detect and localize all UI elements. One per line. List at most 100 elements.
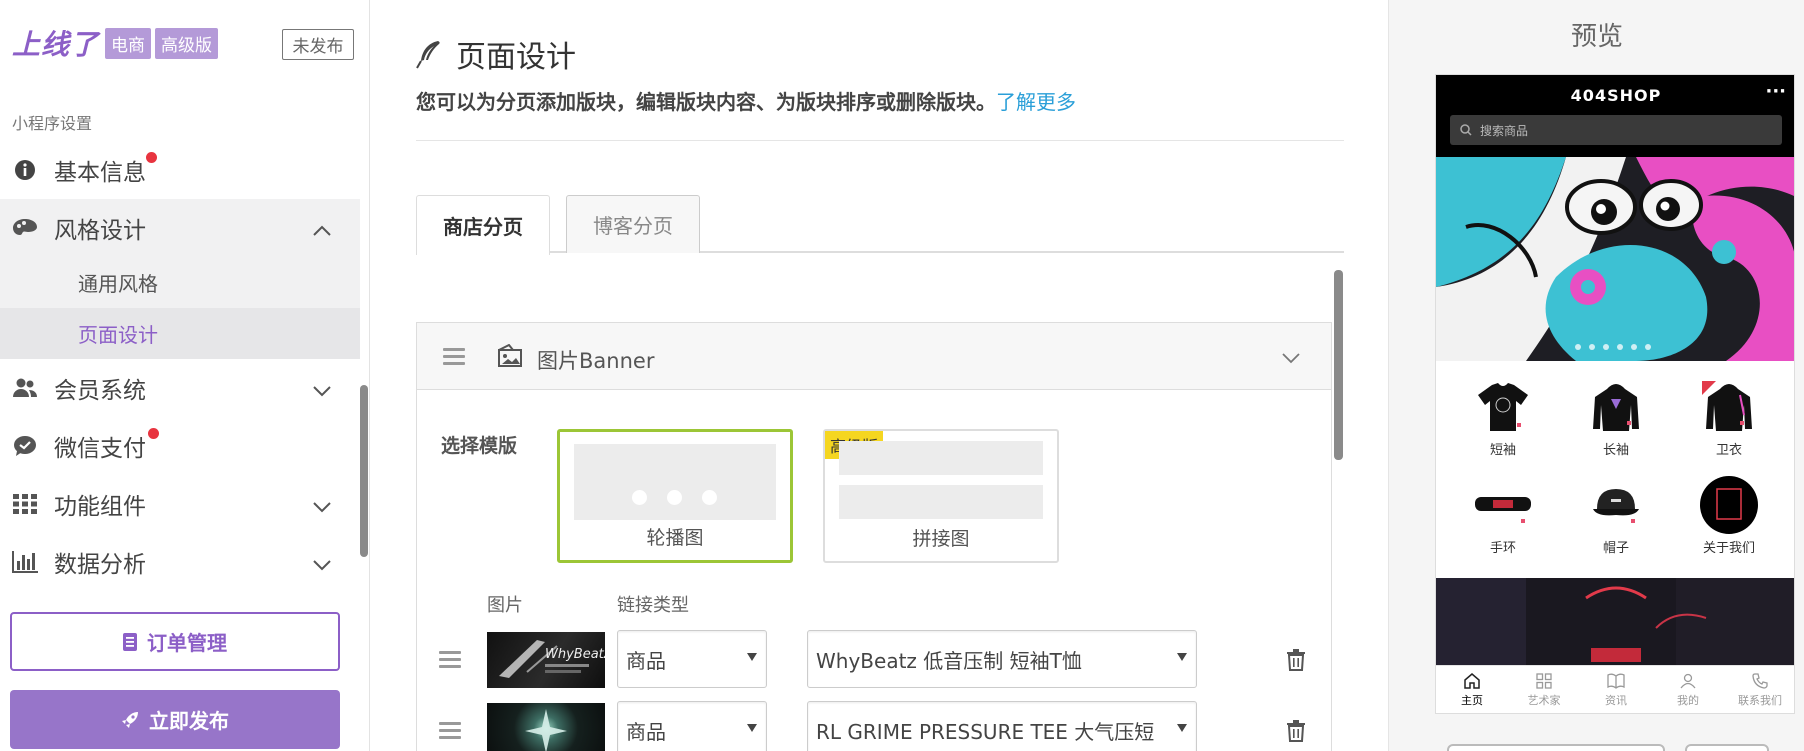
category-wristband[interactable]: 手环 [1448,477,1558,556]
book-icon [1580,670,1652,692]
link-type-select[interactable]: 商品 [617,701,767,751]
table-row: 商品 RL GRIME PRESSURE TEE 大气压短 [417,701,1333,751]
product-select[interactable]: RL GRIME PRESSURE TEE 大气压短 [807,701,1197,751]
notification-dot [148,428,159,439]
link-type-value: 商品 [626,719,666,744]
promo-art [1436,578,1794,668]
tabbar-label: 资讯 [1605,694,1627,707]
home-icon [1436,670,1508,692]
shop-name: 404SHOP [1570,86,1662,105]
collage-preview-bottom [839,485,1043,519]
product-select[interactable]: WhyBeatz 低音压制 短袖T恤 [807,630,1197,688]
hoodie-icon [1586,379,1646,435]
submenu-item-page-design[interactable]: 页面设计 [0,308,360,359]
category-about-us[interactable]: 关于我们 [1674,476,1784,556]
tab-blog-pages[interactable]: 博客分页 [566,195,700,253]
category-hoodie[interactable]: 卫衣 [1674,379,1784,458]
tabbar-item-news[interactable]: 资讯 [1580,670,1652,708]
category-hat[interactable]: 帽子 [1561,477,1671,556]
wechat-pay-icon [12,433,38,459]
page-tabs: 商店分页 博客分页 [416,195,1344,255]
banner-thumbnail[interactable] [487,703,605,751]
info-icon [12,157,38,183]
section-label: 小程序设置 [12,114,93,133]
template-name: 拼接图 [912,528,970,550]
preview-control-left[interactable] [1447,744,1665,751]
template-carousel[interactable]: 轮播图 [557,429,793,563]
template-collage[interactable]: 高级版 拼接图 [823,429,1059,563]
phone-search-input[interactable]: 搜索商品 [1450,115,1782,145]
feather-icon [416,41,440,69]
page-description: 您可以为分页添加版块，编辑版块内容、为版块排序或删除版块。了解更多 [416,86,1076,115]
bar-chart-icon [12,549,38,575]
column-header-image: 图片 [487,595,523,616]
tabbar-item-contact[interactable]: 联系我们 [1724,670,1794,708]
search-icon [1460,124,1472,136]
submenu-item-general-style[interactable]: 通用风格 [0,257,360,308]
banner-block-header[interactable]: 图片Banner [417,323,1331,390]
sidebar-item-basic-info[interactable]: 基本信息 [0,141,360,199]
grid-icon [12,491,38,517]
sidebar-item-label: 功能组件 [54,494,146,520]
sidebar-item-member-system[interactable]: 会员系统 [0,359,360,417]
banner-thumbnail[interactable]: WhyBeatZ [487,632,605,688]
category-label: 关于我们 [1702,541,1755,556]
page-title: 页面设计 [416,32,576,76]
trash-icon[interactable] [1287,720,1305,746]
category-long-sleeve[interactable]: 长袖 [1561,379,1671,458]
phone-banner-image[interactable] [1436,157,1794,361]
unpublished-status-button[interactable]: 未发布 [282,29,354,60]
category-label: 卫衣 [1715,443,1742,458]
banner-block-panel: 图片Banner 选择模版 轮播图 高级版 拼接图 图片 链接类型 [416,322,1332,751]
publish-button[interactable]: 立即发布 [10,690,340,749]
category-label: 长袖 [1602,443,1629,458]
notification-dot [146,152,157,163]
sidebar-item-label: 微信支付 [54,436,146,462]
column-header-link-type: 链接类型 [617,595,689,616]
trash-icon[interactable] [1287,649,1305,675]
cap-icon [1586,477,1646,533]
image-icon [497,343,523,372]
select-arrow-icon [747,724,757,732]
search-placeholder: 搜索商品 [1480,123,1529,138]
users-icon [12,375,38,401]
main-scrollbar[interactable] [1334,270,1343,460]
product-value: WhyBeatz 低音压制 短袖T恤 [816,648,1082,673]
tabbar-item-mine[interactable]: 我的 [1652,670,1724,708]
drag-handle-icon[interactable] [439,651,461,668]
wristband-icon [1473,477,1533,533]
orders-button[interactable]: 订单管理 [10,612,340,671]
thumbnail-art [525,709,567,751]
tabbar-label: 我的 [1677,694,1699,707]
tabbar-label: 主页 [1461,694,1483,707]
sidebar-scrollbar[interactable] [360,385,368,557]
carousel-dot [632,490,647,505]
preview-pane: 预览 404SHOP ··· 搜索商品 短袖 长袖 卫衣 手环 帽子 关于我们 … [1388,0,1804,751]
sidebar-item-label: 风格设计 [54,218,146,244]
more-icon[interactable]: ··· [1765,81,1786,102]
tabbar-item-home[interactable]: 主页 [1436,670,1508,708]
shop-logo-icon [1699,476,1759,534]
banner-art [1436,157,1794,361]
tshirt-icon [1473,379,1533,435]
preview-control-right[interactable] [1685,744,1769,751]
tab-shop-pages[interactable]: 商店分页 [416,195,550,255]
drag-handle-icon[interactable] [439,722,461,739]
chevron-down-icon[interactable] [1281,349,1301,368]
sidebar-item-components[interactable]: 功能组件 [0,475,360,533]
tabbar-label: 联系我们 [1738,694,1782,707]
category-short-sleeve[interactable]: 短袖 [1448,379,1558,458]
tabbar-item-artists[interactable]: 艺术家 [1508,670,1580,708]
sidebar-nav: 基本信息 风格设计 通用风格 页面设计 会员系统 微信支付 功能组件 数据分析 [0,141,360,591]
table-row: WhyBeatZ 商品 WhyBeatz 低音压制 短袖T恤 [417,630,1333,690]
drag-handle-icon[interactable] [443,348,465,365]
sidebar-item-style-design[interactable]: 风格设计 [0,199,360,257]
sidebar-item-analytics[interactable]: 数据分析 [0,533,360,591]
phone-promo-image[interactable] [1436,578,1794,668]
learn-more-link[interactable]: 了解更多 [996,90,1076,114]
sidebar-item-wechat-pay[interactable]: 微信支付 [0,417,360,475]
template-name: 轮播图 [646,527,704,549]
link-type-select[interactable]: 商品 [617,630,767,688]
thumbnail-brand-text: WhyBeatZ [545,647,605,662]
list-icon [123,632,137,651]
